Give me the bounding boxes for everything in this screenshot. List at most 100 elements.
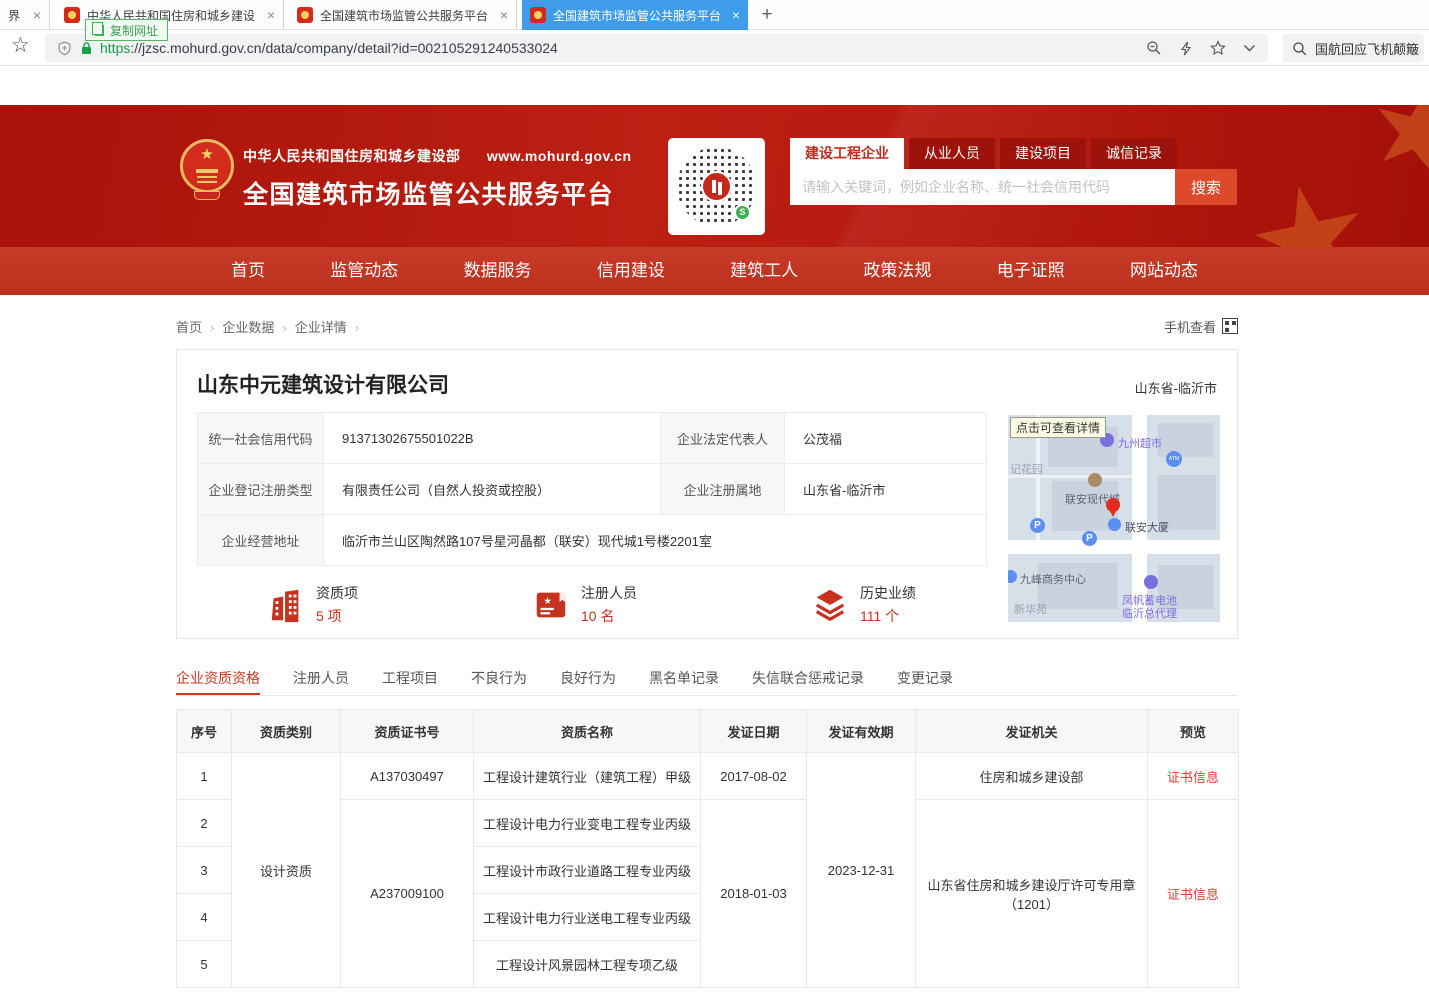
search-tab-enterprise[interactable]: 建设工程企业 — [790, 138, 904, 169]
search-tab-credit[interactable]: 诚信记录 — [1091, 138, 1177, 169]
copy-icon — [95, 25, 104, 36]
building-poi-icon — [1008, 570, 1017, 583]
atm-poi-icon: ATM — [1166, 451, 1182, 467]
nav-item-supervision[interactable]: 监管动态 — [330, 247, 398, 295]
business-address-value: 临沂市兰山区陶然路107号星河晶都（联安）现代城1号楼2201室 — [324, 515, 987, 566]
banner-star-decoration — [1245, 175, 1375, 247]
table-row: 统一社会信用代码 91371302675501022B 企业法定代表人 公茂福 — [198, 413, 987, 464]
cell-issue-date: 2018-01-03 — [701, 800, 807, 988]
browser-toolbar: ☆ https://jzsc.mohurd.gov.cn/data/compan… — [0, 30, 1429, 66]
tab-title: 全国建筑市场监管公共服务平台 — [553, 7, 724, 24]
cell-preview: 证书信息 — [1148, 800, 1239, 988]
qualification-table: 序号 资质类别 资质证书号 资质名称 发证日期 发证有效期 发证机关 预览 1 … — [176, 709, 1239, 988]
stat-historical-performance[interactable]: 历史业绩 111 个 — [811, 583, 916, 626]
breadcrumb-home[interactable]: 首页 — [176, 317, 222, 336]
tab-bad-behavior[interactable]: 不良行为 — [471, 668, 527, 695]
tab-title: 界 — [8, 7, 25, 24]
search-tab-project[interactable]: 建设项目 — [1000, 138, 1086, 169]
certificate-info-link[interactable]: 证书信息 — [1167, 887, 1219, 902]
browser-window: 界 × 中华人民共和国住房和城乡建设 × 全国建筑市场监管公共服务平台 × 全国… — [0, 0, 1429, 996]
tab-title: 全国建筑市场监管公共服务平台 — [320, 7, 492, 24]
cell-qual-name: 工程设计电力行业送电工程专业丙级 — [474, 894, 701, 941]
cell-index: 2 — [177, 800, 232, 847]
certificate-info-link[interactable]: 证书信息 — [1167, 770, 1219, 785]
tab-registered-personnel[interactable]: 注册人员 — [293, 668, 349, 695]
map-road — [1008, 540, 1220, 554]
building-icon — [267, 586, 305, 624]
new-tab-button[interactable]: + — [754, 2, 780, 28]
nav-item-workers[interactable]: 建筑工人 — [730, 247, 798, 295]
layers-icon — [811, 586, 849, 624]
browser-tab-strip: 界 × 中华人民共和国住房和城乡建设 × 全国建筑市场监管公共服务平台 × 全国… — [0, 0, 1429, 30]
map-pin-icon — [1106, 498, 1120, 512]
nav-item-site-news[interactable]: 网站动态 — [1130, 247, 1198, 295]
nav-item-data-service[interactable]: 数据服务 — [464, 247, 532, 295]
parking-icon: P — [1030, 518, 1045, 533]
close-icon[interactable]: × — [267, 8, 275, 22]
table-row: 1 设计资质 A137030497 工程设计建筑行业（建筑工程）甲级 2017-… — [177, 753, 1239, 800]
search-button[interactable]: 搜索 — [1175, 169, 1237, 205]
legal-person-value: 公茂福 — [785, 413, 987, 464]
col-header-cert-no: 资质证书号 — [341, 710, 474, 753]
nav-item-e-license[interactable]: 电子证照 — [997, 247, 1065, 295]
nav-item-credit[interactable]: 信用建设 — [597, 247, 665, 295]
stat-registered-personnel[interactable]: ★ 注册人员 10 名 — [532, 583, 637, 626]
flash-icon[interactable] — [1179, 41, 1193, 56]
field-label: 企业登记注册类型 — [198, 464, 324, 515]
field-label: 企业法定代表人 — [661, 413, 785, 464]
poi-label: 记花园 — [1010, 461, 1043, 477]
tab-favicon-emblem-icon — [530, 7, 546, 23]
close-icon[interactable]: × — [33, 8, 41, 22]
nav-item-home[interactable]: 首页 — [231, 247, 265, 295]
breadcrumb-company-data[interactable]: 企业数据 — [222, 317, 294, 336]
close-icon[interactable]: × — [732, 8, 740, 22]
browser-tab-partial[interactable]: 界 × — [0, 0, 50, 30]
search-input[interactable] — [790, 169, 1175, 205]
nav-item-policy[interactable]: 政策法规 — [863, 247, 931, 295]
location-map[interactable]: 点击可查看详情 九州超市 ATM 记花园 联安现代城 联安大厦 P P 九峰商务… — [1008, 415, 1220, 622]
breadcrumb: 首页 企业数据 企业详情 — [176, 317, 367, 336]
cell-index: 4 — [177, 894, 232, 941]
stat-label: 资质项 — [316, 583, 358, 603]
search-icon — [1292, 41, 1307, 56]
quick-search-box[interactable]: 国航回应飞机颠簸 — [1283, 34, 1424, 62]
tab-qualifications[interactable]: 企业资质资格 — [176, 668, 260, 695]
browser-tab-jzsc[interactable]: 全国建筑市场监管公共服务平台 × — [289, 0, 517, 30]
emblem-gate-icon — [196, 169, 218, 173]
emblem-star-icon: ★ — [183, 145, 231, 163]
tab-favicon-emblem-icon — [64, 7, 80, 23]
close-icon[interactable]: × — [500, 8, 508, 22]
bookmark-star-icon[interactable]: ☆ — [11, 33, 30, 58]
tab-good-behavior[interactable]: 良好行为 — [560, 668, 616, 695]
shield-icon[interactable] — [57, 41, 72, 56]
search-tab-personnel[interactable]: 从业人员 — [909, 138, 995, 169]
col-header-category: 资质类别 — [232, 710, 341, 753]
zoom-out-icon[interactable] — [1146, 40, 1162, 56]
mobile-view-button[interactable]: 手机查看 — [1164, 317, 1238, 336]
detail-tabs: 企业资质资格 注册人员 工程项目 不良行为 良好行为 黑名单记录 失信联合惩戒记… — [176, 668, 1238, 696]
map-block — [1158, 423, 1213, 457]
stat-value: 5 项 — [316, 606, 358, 626]
stat-qualifications[interactable]: 资质项 5 项 — [267, 583, 358, 626]
cell-qual-name: 工程设计电力行业变电工程专业丙级 — [474, 800, 701, 847]
copy-tooltip-label: 复制网址 — [110, 22, 158, 39]
building-poi-icon — [1088, 473, 1102, 487]
favorite-star-icon[interactable] — [1210, 40, 1226, 56]
col-header-issue-date: 发证日期 — [701, 710, 807, 753]
header-search: 建设工程企业 从业人员 建设项目 诚信记录 搜索 — [790, 138, 1237, 205]
col-header-valid-until: 发证有效期 — [807, 710, 916, 753]
address-bar[interactable]: https://jzsc.mohurd.gov.cn/data/company/… — [45, 34, 1268, 62]
tab-dishonesty-records[interactable]: 失信联合惩戒记录 — [752, 668, 864, 695]
chevron-down-icon[interactable] — [1243, 44, 1256, 53]
tab-projects[interactable]: 工程项目 — [382, 668, 438, 695]
cell-index: 5 — [177, 941, 232, 988]
tab-change-records[interactable]: 变更记录 — [897, 668, 953, 695]
browser-tab-active[interactable]: 全国建筑市场监管公共服务平台 × — [522, 0, 748, 30]
site-titles: 中华人民共和国住房和城乡建设部 www.mohurd.gov.cn 全国建筑市场… — [243, 146, 632, 211]
stat-value: 10 名 — [581, 606, 637, 626]
registration-region-value: 山东省-临沂市 — [785, 464, 987, 515]
battery-poi-icon — [1144, 575, 1158, 589]
breadcrumb-company-detail[interactable]: 企业详情 — [295, 317, 367, 336]
registration-type-value: 有限责任公司（自然人投资或控股） — [324, 464, 661, 515]
tab-blacklist[interactable]: 黑名单记录 — [649, 668, 719, 695]
